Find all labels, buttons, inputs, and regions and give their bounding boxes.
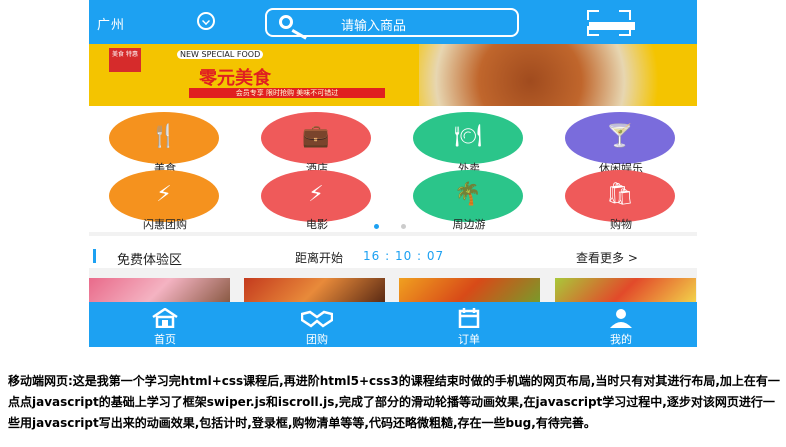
cocktail-icon: 🍸 [606, 124, 634, 149]
handshake-icon [301, 310, 333, 328]
countdown-timer: 16 : 10 : 07 [363, 249, 445, 263]
tab-orders[interactable]: 订单 [393, 302, 545, 347]
user-icon [610, 309, 632, 328]
carousel-dot-active[interactable] [374, 224, 379, 229]
search-input[interactable]: 请输入商品 [341, 15, 406, 34]
bottom-tab-bar: 首页 团购 订单 我的 [89, 302, 697, 347]
product-image[interactable] [89, 278, 230, 302]
see-more-link[interactable]: 查看更多 > [576, 249, 638, 266]
category-shopping[interactable]: 🛍 购物 [545, 170, 697, 231]
fork-knife-icon: 🍴 [150, 124, 178, 149]
category-travel[interactable]: 🌴 周边游 [393, 170, 545, 231]
movie-icon: ⚡ [308, 182, 324, 207]
tab-label: 我的 [610, 333, 632, 346]
banner-title: 零元美食 [199, 68, 271, 89]
search-box[interactable]: 请输入商品 [265, 8, 519, 37]
free-trial-section-header: 免费体验区 距离开始 16 : 10 : 07 查看更多 > [89, 236, 697, 268]
category-group-buy[interactable]: ⚡ 闪惠团购 [89, 170, 241, 231]
flash-tag-icon: ⚡ [156, 182, 172, 207]
product-image[interactable] [244, 278, 385, 302]
tab-group-buy[interactable]: 团购 [241, 302, 393, 347]
category-grid: 🍴 美食 💼 酒店 🍽 外卖 🍸 休闲娱乐 ⚡ 闪惠团购 ⚡ 电影 🌴 周边游 … [89, 106, 697, 232]
banner-tag: 美食 特惠 [109, 48, 141, 72]
project-description: 移动端网页:这是我第一个学习完html+css课程后,再进阶html5+css3… [8, 374, 780, 430]
category-entertainment[interactable]: 🍸 休闲娱乐 [545, 112, 697, 175]
section-accent-bar [93, 249, 96, 263]
chevron-down-icon[interactable] [197, 12, 215, 30]
search-icon [279, 15, 293, 29]
category-takeout[interactable]: 🍽 外卖 [393, 112, 545, 175]
palm-tree-icon: 🌴 [454, 182, 482, 207]
product-image[interactable] [555, 278, 696, 302]
category-food[interactable]: 🍴 美食 [89, 112, 241, 175]
calendar-icon [458, 308, 480, 328]
shopping-bag-icon: 🛍 [606, 182, 634, 207]
banner-brand: NEW SPECIAL FOOD [177, 50, 264, 59]
tab-label: 首页 [154, 333, 176, 346]
tab-label: 订单 [458, 333, 480, 346]
scan-icon[interactable] [587, 10, 635, 36]
tab-home[interactable]: 首页 [89, 302, 241, 347]
carousel-dots [89, 224, 697, 230]
cloche-icon: 🍽 [454, 124, 482, 149]
top-bar: 广州 请输入商品 [89, 0, 697, 44]
carousel-dot[interactable] [401, 224, 406, 229]
tab-label: 团购 [306, 333, 328, 346]
banner-food-image [419, 44, 697, 106]
banner-subtitle: 会员专享 限时抢购 美味不可错过 [189, 88, 385, 98]
free-trial-photos [89, 278, 697, 302]
category-hotel[interactable]: 💼 酒店 [241, 112, 393, 175]
phone-screen: 广州 请输入商品 美食 特惠 NEW SPECIAL FOOD 零元美食 会员专… [89, 0, 697, 347]
briefcase-icon: 💼 [302, 124, 330, 149]
category-movie[interactable]: ⚡ 电影 [241, 170, 393, 231]
section-title: 免费体验区 [117, 253, 183, 268]
tab-profile[interactable]: 我的 [545, 302, 697, 347]
home-icon [152, 308, 178, 328]
product-image[interactable] [399, 278, 540, 302]
promo-banner[interactable]: 美食 特惠 NEW SPECIAL FOOD 零元美食 会员专享 限时抢购 美味… [89, 44, 697, 106]
city-selector[interactable]: 广州 [97, 14, 125, 33]
countdown-label: 距离开始 [295, 251, 344, 265]
